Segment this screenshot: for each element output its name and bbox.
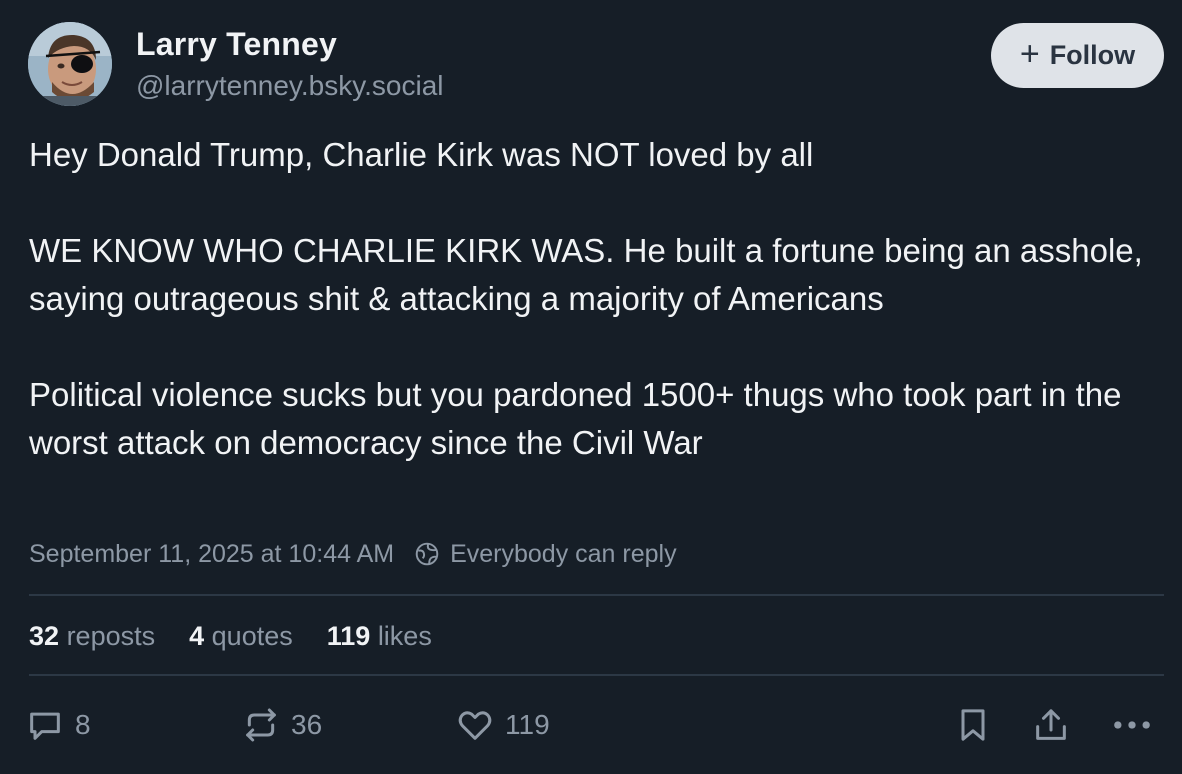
repost-icon [246, 708, 276, 742]
avatar[interactable] [28, 22, 112, 106]
post-meta: September 11, 2025 at 10:44 AM Everybody… [29, 537, 677, 571]
divider [29, 674, 1164, 676]
likes-stat[interactable]: 119 likes [327, 621, 432, 652]
reposts-stat[interactable]: 32 reposts [29, 621, 155, 652]
quotes-stat[interactable]: 4 quotes [189, 621, 293, 652]
like-count: 119 [505, 709, 550, 740]
share-icon [1036, 709, 1066, 740]
author-handle[interactable]: @larrytenney.bsky.social [136, 70, 444, 102]
post-paragraph: WE KNOW WHO CHARLIE KIRK WAS. He built a… [29, 232, 1143, 317]
plus-icon: + [1019, 35, 1040, 73]
reply-button[interactable]: 8 [25, 700, 91, 750]
reposts-label: reposts [66, 620, 156, 651]
reposts-count: 32 [29, 620, 60, 651]
likes-count: 119 [326, 620, 371, 651]
share-button[interactable] [1031, 700, 1071, 750]
reply-setting[interactable]: Everybody can reply [450, 540, 677, 569]
follow-button[interactable]: + Follow [991, 23, 1164, 88]
post-paragraph: Hey Donald Trump, Charlie Kirk was NOT l… [29, 136, 814, 173]
post-text: Hey Donald Trump, Charlie Kirk was NOT l… [29, 131, 1164, 467]
like-icon [458, 711, 492, 740]
quotes-label: quotes [211, 620, 293, 651]
bookmark-icon [961, 709, 985, 741]
more-options-button[interactable] [1110, 700, 1154, 750]
repost-button[interactable]: 36 [241, 700, 322, 750]
divider [29, 594, 1164, 596]
post-timestamp[interactable]: September 11, 2025 at 10:44 AM [29, 540, 394, 569]
author-display-name[interactable]: Larry Tenney [136, 26, 337, 63]
reply-count: 8 [75, 709, 91, 740]
more-icon [1114, 721, 1150, 729]
globe-icon [414, 541, 440, 567]
repost-count: 36 [291, 709, 323, 740]
post-card: Larry Tenney @larrytenney.bsky.social + … [0, 0, 1182, 774]
quotes-count: 4 [189, 620, 205, 651]
avatar-image [28, 22, 112, 106]
follow-button-label: Follow [1049, 40, 1136, 70]
reply-icon [30, 712, 60, 740]
bookmark-button[interactable] [953, 700, 993, 750]
post-stats: 32 reposts 4 quotes 119 likes [29, 618, 432, 654]
likes-label: likes [377, 620, 432, 651]
action-bar: 8 36 119 [0, 700, 1182, 750]
like-button[interactable]: 119 [455, 700, 550, 750]
post-paragraph: Political violence sucks but you pardone… [29, 376, 1122, 461]
